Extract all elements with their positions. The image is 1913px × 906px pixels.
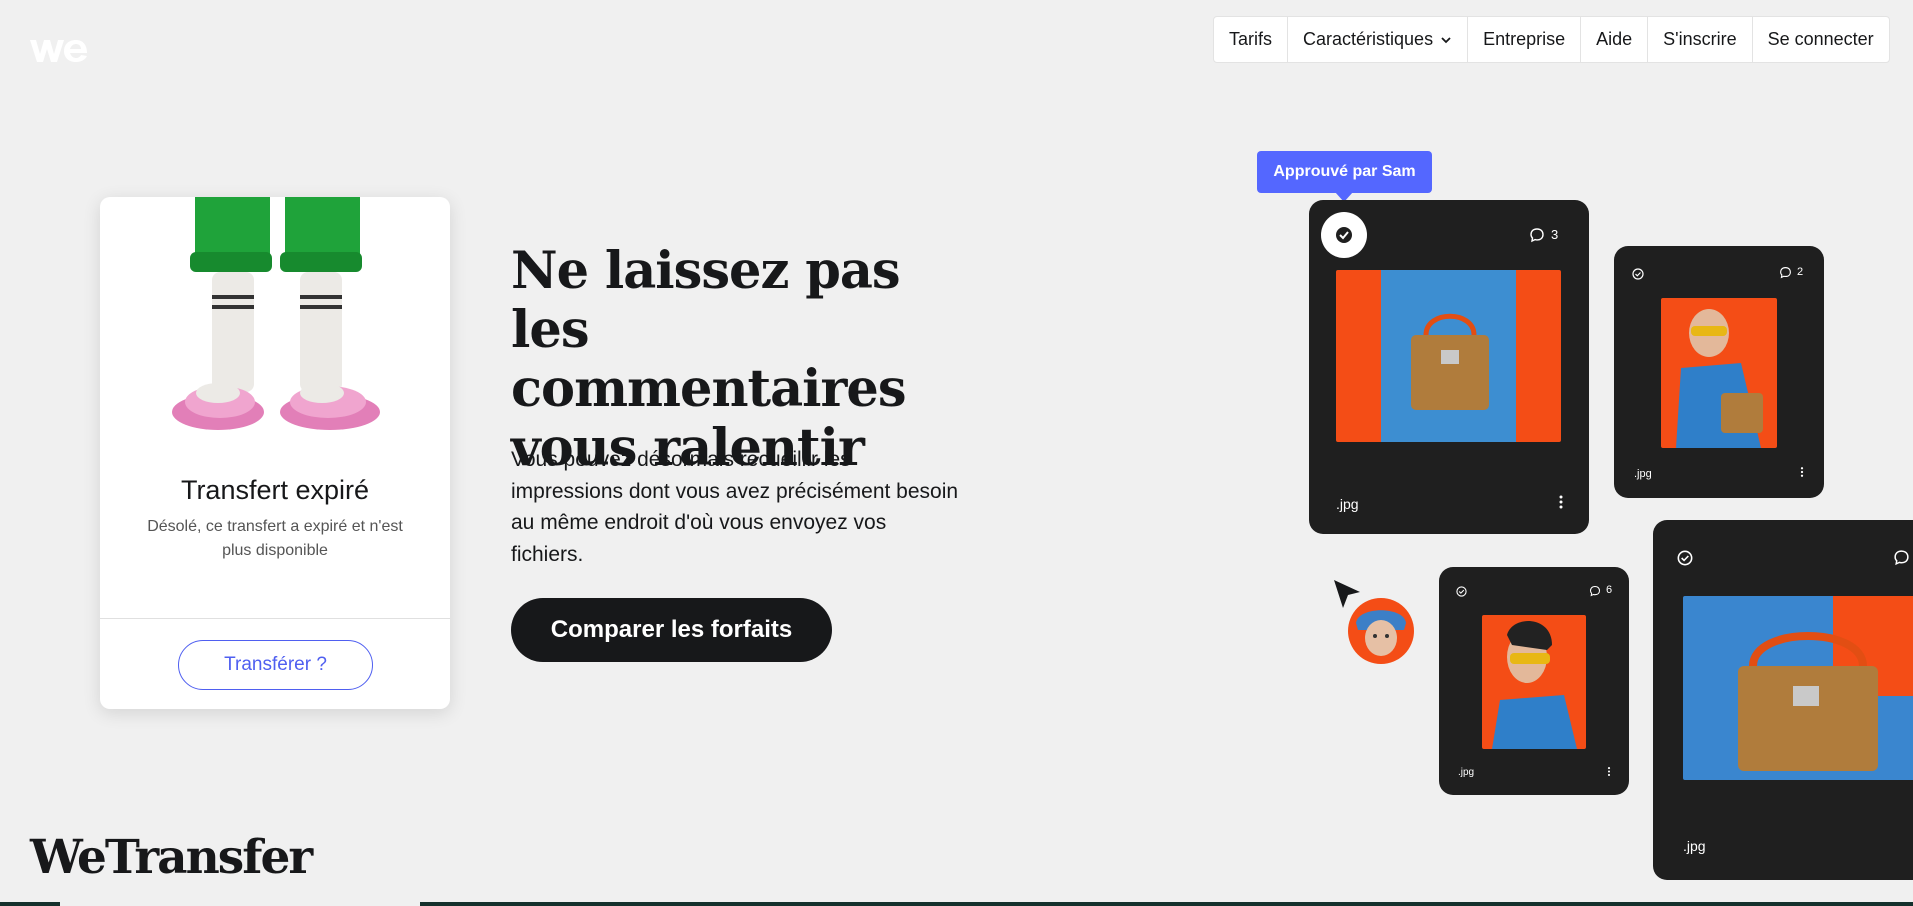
- hero-text: Vous pouvez désormais recueillir les imp…: [511, 448, 959, 566]
- approval-tooltip: Approuvé par Sam: [1257, 151, 1432, 202]
- wetransfer-wordmark[interactable]: WeTransfer: [30, 830, 313, 885]
- file-tile[interactable]: 2 .jpg: [1614, 246, 1824, 498]
- comment-count: 2: [1797, 266, 1804, 278]
- nav-signup[interactable]: S'inscrire: [1647, 17, 1751, 62]
- nav-pricing-label: Tarifs: [1229, 29, 1273, 49]
- photo-handbag-closeup: [1683, 596, 1913, 780]
- more-options-icon[interactable]: [1606, 766, 1612, 777]
- nav-help-label: Aide: [1596, 29, 1633, 49]
- chevron-down-icon: [1441, 36, 1451, 43]
- nav-pricing[interactable]: Tarifs: [1214, 17, 1287, 62]
- expired-transfer-card: Transfert expiré Désolé, ce transfert a …: [100, 197, 450, 709]
- card-description: Désolé, ce transfert a expiré et n'est p…: [147, 518, 403, 559]
- legs-slippers-illustration: [172, 197, 380, 430]
- nav-enterprise-label: Entreprise: [1483, 29, 1566, 49]
- verified-badge-icon: [1321, 212, 1367, 258]
- nav-help[interactable]: Aide: [1580, 17, 1647, 62]
- check-circle-icon: [1677, 550, 1693, 566]
- comment-count: 6: [1606, 584, 1613, 596]
- card-title: Transfert expiré: [180, 475, 370, 505]
- comment-count: 3: [1551, 227, 1559, 242]
- photo-woman-sunglasses-2: [1482, 615, 1586, 749]
- transfer-button[interactable]: Transférer ?: [178, 640, 373, 690]
- file-extension: .jpg: [1634, 468, 1652, 480]
- nav-features-label: Caractéristiques: [1303, 29, 1434, 49]
- file-tile[interactable]: 3 .jpg: [1309, 200, 1589, 534]
- photo-woman-sunglasses: [1661, 298, 1777, 448]
- check-circle-icon: [1456, 586, 1467, 597]
- photo-handbag: [1336, 270, 1561, 442]
- comment-icon: [1589, 585, 1601, 597]
- file-extension: .jpg: [1336, 496, 1359, 512]
- nav-enterprise[interactable]: Entreprise: [1467, 17, 1580, 62]
- file-extension: .jpg: [1458, 767, 1475, 778]
- file-extension: .jpg: [1683, 838, 1706, 854]
- wetransfer-logo-icon[interactable]: [28, 36, 88, 66]
- more-options-icon[interactable]: [1557, 494, 1565, 510]
- file-tile[interactable]: 6 .jpg: [1439, 567, 1629, 795]
- nav-features[interactable]: Caractéristiques: [1287, 17, 1467, 62]
- nav-signup-label: S'inscrire: [1663, 29, 1737, 49]
- card-divider: [100, 618, 450, 619]
- nav-login-label: Se connecter: [1767, 29, 1874, 49]
- avatar: [1348, 598, 1414, 664]
- check-circle-icon: [1632, 268, 1644, 280]
- file-tile[interactable]: .jpg: [1653, 520, 1913, 880]
- compare-plans-button[interactable]: Comparer les forfaits: [511, 598, 832, 662]
- more-options-icon[interactable]: [1799, 466, 1805, 478]
- bottom-border: [0, 902, 1913, 906]
- comment-icon: [1894, 550, 1909, 566]
- top-navigation: Tarifs Caractéristiques Entreprise Aide …: [1213, 16, 1890, 63]
- comment-icon: [1530, 228, 1544, 243]
- nav-login[interactable]: Se connecter: [1751, 17, 1889, 62]
- comment-icon: [1780, 267, 1791, 279]
- hero-title: Ne laissez pas les commentaires vous ral…: [511, 241, 907, 478]
